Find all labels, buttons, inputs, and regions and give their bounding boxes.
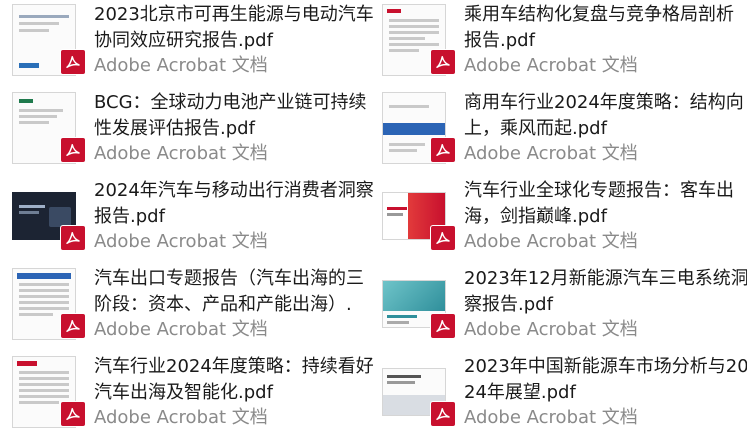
file-item[interactable]: 2023年12月新能源汽车三电系统洞察报告.pdf Adobe Acrobat …: [382, 264, 747, 348]
file-type-label: Adobe Acrobat 文档: [94, 143, 268, 164]
file-title: 汽车行业全球化专题报告：客车出海，剑指巅峰.pdf: [464, 180, 734, 227]
acrobat-pdf-icon: [61, 314, 85, 338]
file-title: 汽车出口专题报告（汽车出海的三阶段：资本、产品和产能出海）.p...: [94, 268, 364, 315]
file-item[interactable]: 商用车行业2024年度策略：结构向上，乘风而起.pdf Adobe Acroba…: [382, 88, 747, 172]
acrobat-pdf-icon: [431, 226, 455, 250]
acrobat-pdf-icon: [61, 226, 85, 250]
acrobat-pdf-icon: [431, 402, 455, 426]
file-type-label: Adobe Acrobat 文档: [464, 143, 638, 164]
file-title: 2023北京市可再生能源与电动汽车协同效应研究报告.pdf: [94, 4, 374, 51]
file-title: 2023年12月新能源汽车三电系统洞察报告.pdf: [464, 268, 747, 315]
file-type-label: Adobe Acrobat 文档: [94, 319, 268, 340]
file-item[interactable]: 汽车出口专题报告（汽车出海的三阶段：资本、产品和产能出海）.p... Adobe…: [12, 264, 382, 348]
file-type-label: Adobe Acrobat 文档: [464, 55, 638, 76]
file-type-label: Adobe Acrobat 文档: [94, 55, 268, 76]
acrobat-pdf-icon: [431, 314, 455, 338]
file-item[interactable]: 2023北京市可再生能源与电动汽车协同效应研究报告.pdf Adobe Acro…: [12, 0, 382, 84]
file-item[interactable]: 汽车行业2024年度策略：持续看好汽车出海及智能化.pdf Adobe Acro…: [12, 352, 382, 436]
file-type-label: Adobe Acrobat 文档: [94, 407, 268, 428]
file-item[interactable]: 汽车行业全球化专题报告：客车出海，剑指巅峰.pdf Adobe Acrobat …: [382, 176, 747, 260]
file-type-label: Adobe Acrobat 文档: [464, 407, 638, 428]
file-title: 商用车行业2024年度策略：结构向上，乘风而起.pdf: [464, 92, 744, 139]
file-type-label: Adobe Acrobat 文档: [464, 319, 638, 340]
file-title: BCG：全球动力电池产业链可持续性发展评估报告.pdf: [94, 92, 367, 139]
file-type-label: Adobe Acrobat 文档: [94, 231, 268, 252]
acrobat-pdf-icon: [61, 50, 85, 74]
file-item[interactable]: 2024年汽车与移动出行消费者洞察报告.pdf Adobe Acrobat 文档: [12, 176, 382, 260]
acrobat-pdf-icon: [61, 138, 85, 162]
acrobat-pdf-icon: [61, 402, 85, 426]
file-type-label: Adobe Acrobat 文档: [464, 231, 638, 252]
acrobat-pdf-icon: [431, 138, 455, 162]
file-title: 乘用车结构化复盘与竞争格局剖析报告.pdf: [464, 4, 734, 51]
file-title: 汽车行业2024年度策略：持续看好汽车出海及智能化.pdf: [94, 356, 374, 403]
file-item[interactable]: BCG：全球动力电池产业链可持续性发展评估报告.pdf Adobe Acroba…: [12, 88, 382, 172]
file-grid: 2023北京市可再生能源与电动汽车协同效应研究报告.pdf Adobe Acro…: [0, 0, 747, 436]
file-item[interactable]: 2023年中国新能源车市场分析与2024年展望.pdf Adobe Acroba…: [382, 352, 747, 436]
acrobat-pdf-icon: [431, 50, 455, 74]
file-item[interactable]: 乘用车结构化复盘与竞争格局剖析报告.pdf Adobe Acrobat 文档: [382, 0, 747, 84]
file-title: 2024年汽车与移动出行消费者洞察报告.pdf: [94, 180, 374, 227]
file-title: 2023年中国新能源车市场分析与2024年展望.pdf: [464, 356, 747, 403]
